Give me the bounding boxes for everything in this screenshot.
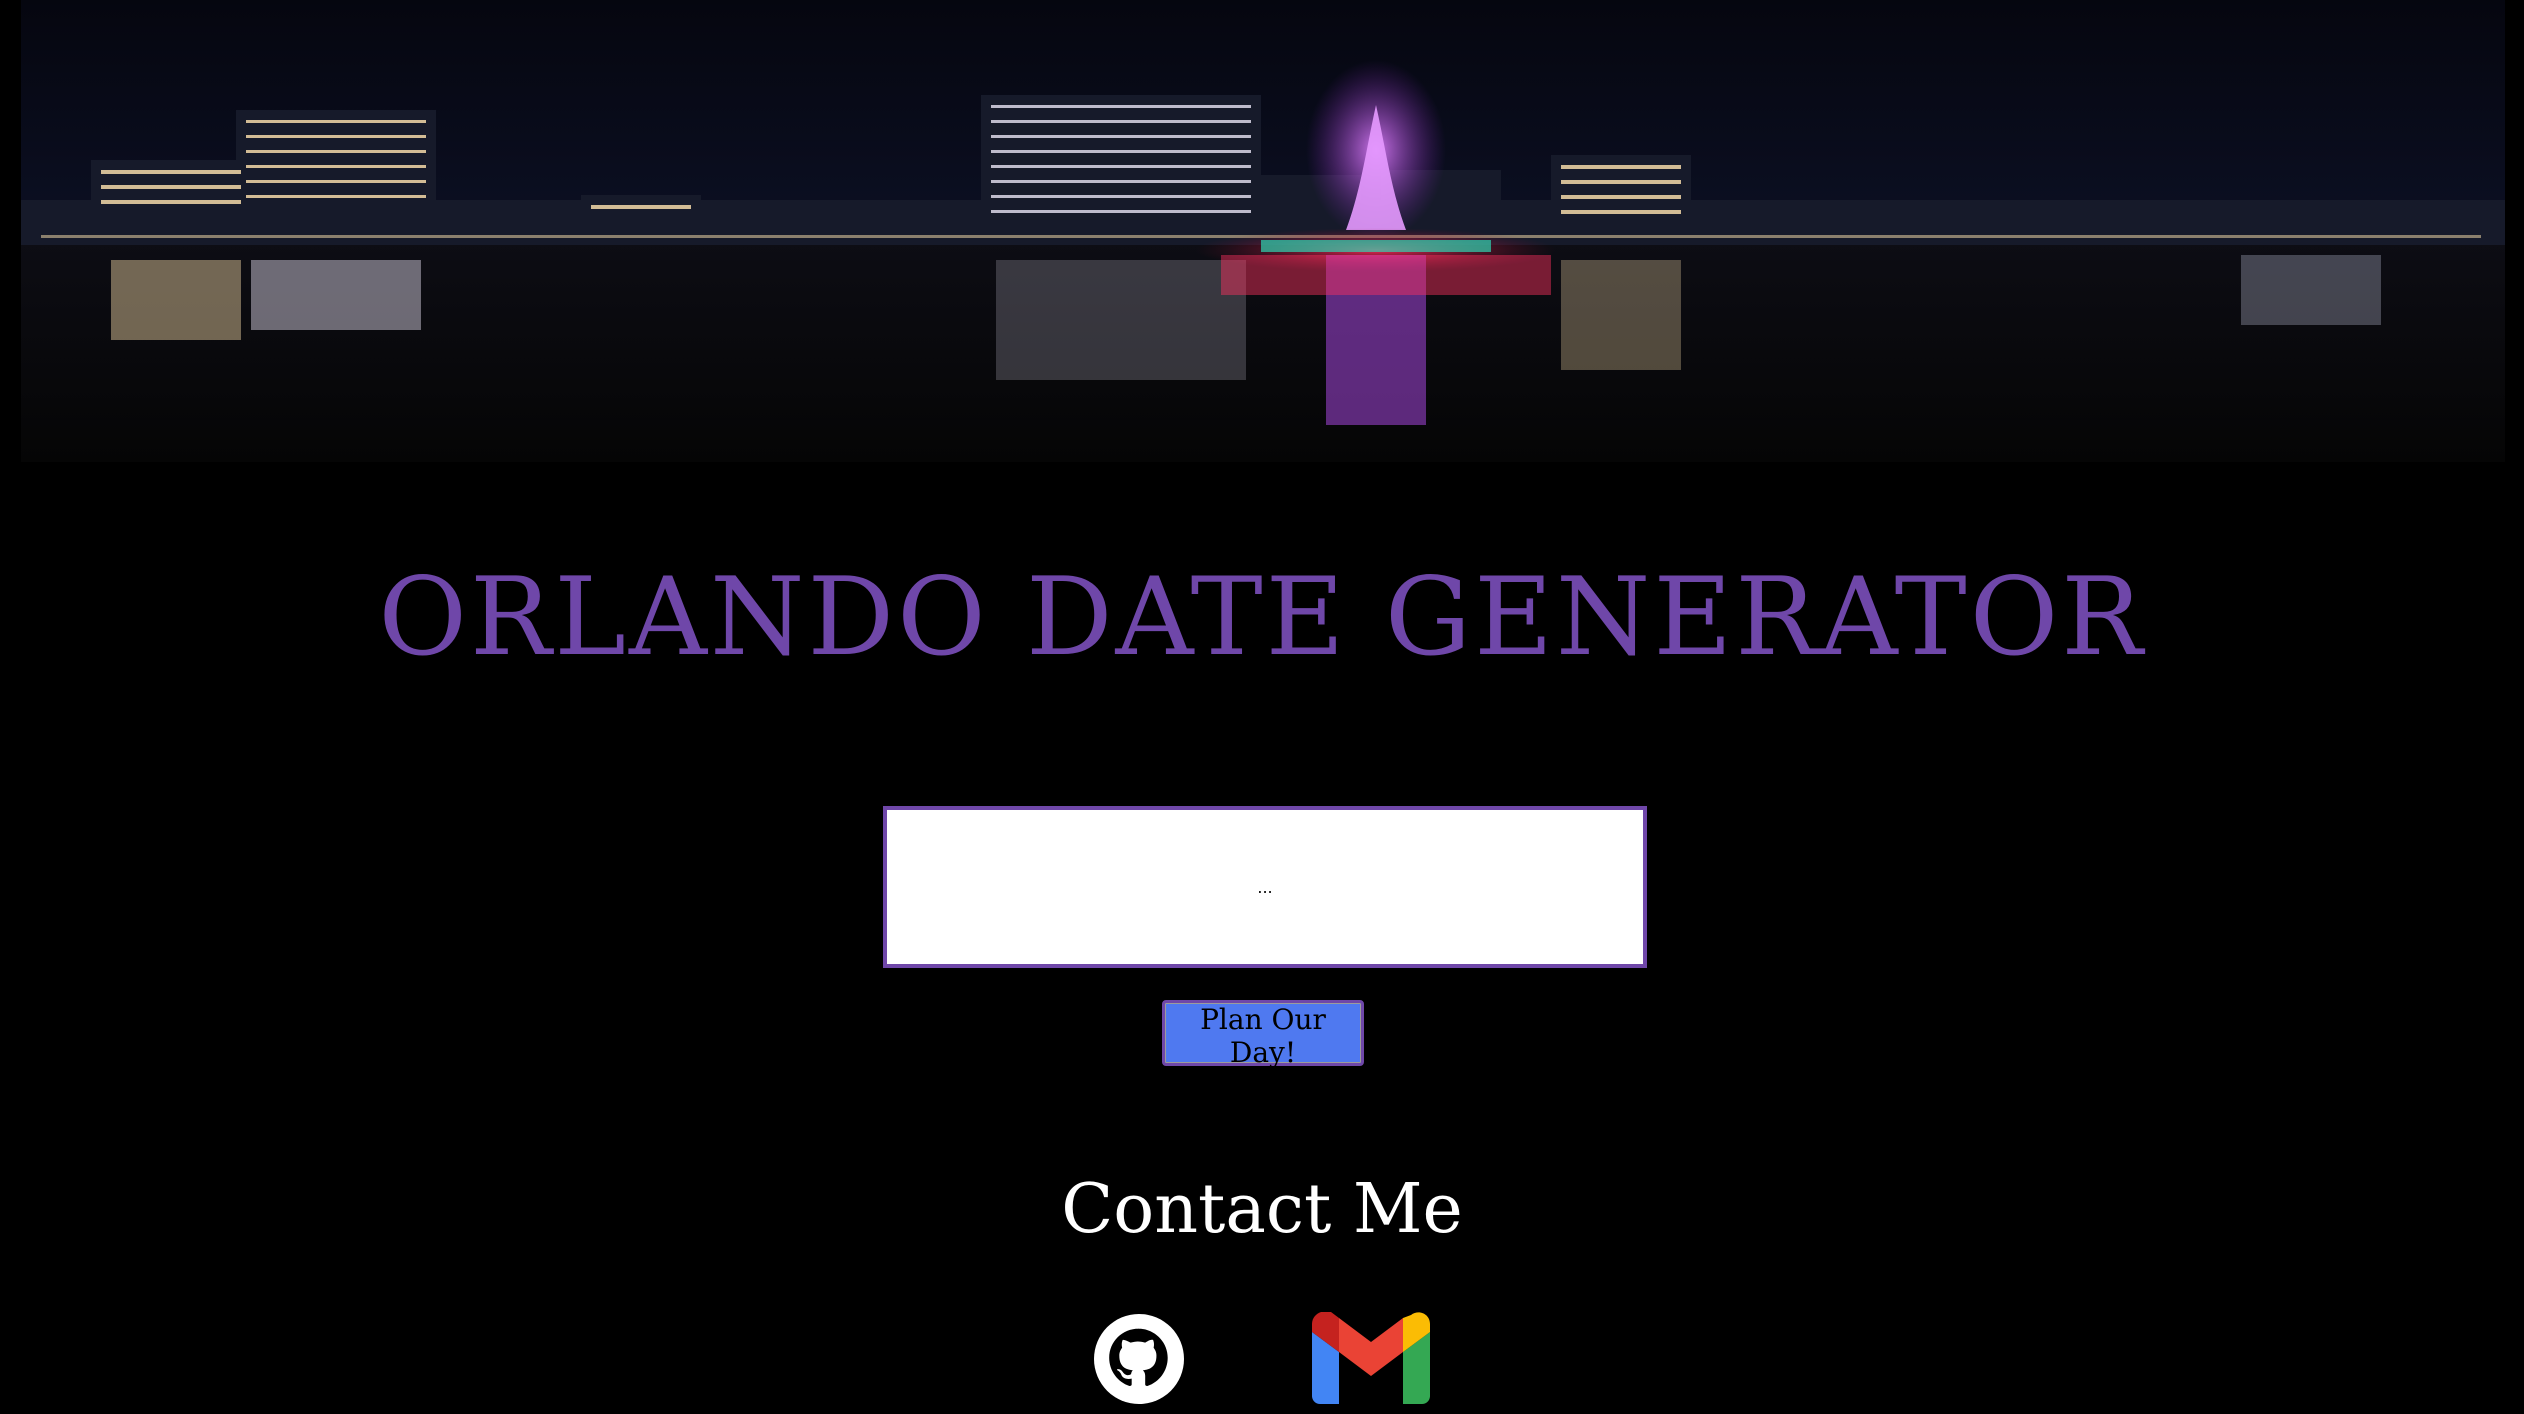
page-title: ORLANDO DATE GENERATOR — [378, 555, 2146, 680]
github-icon — [1094, 1314, 1184, 1404]
date-plan-output-text: ... — [1257, 877, 1273, 897]
gmail-link[interactable] — [1312, 1312, 1430, 1404]
plan-our-day-button[interactable]: Plan Our Day! — [1162, 1000, 1364, 1069]
gmail-icon — [1312, 1312, 1430, 1404]
contact-heading: Contact Me — [1061, 1170, 1463, 1249]
github-link[interactable] — [1094, 1314, 1184, 1404]
page: ORLANDO DATE GENERATOR ... Plan Our Day!… — [0, 0, 2524, 1414]
skyline-banner-image — [21, 0, 2505, 462]
date-plan-output-box: ... — [883, 806, 1647, 968]
